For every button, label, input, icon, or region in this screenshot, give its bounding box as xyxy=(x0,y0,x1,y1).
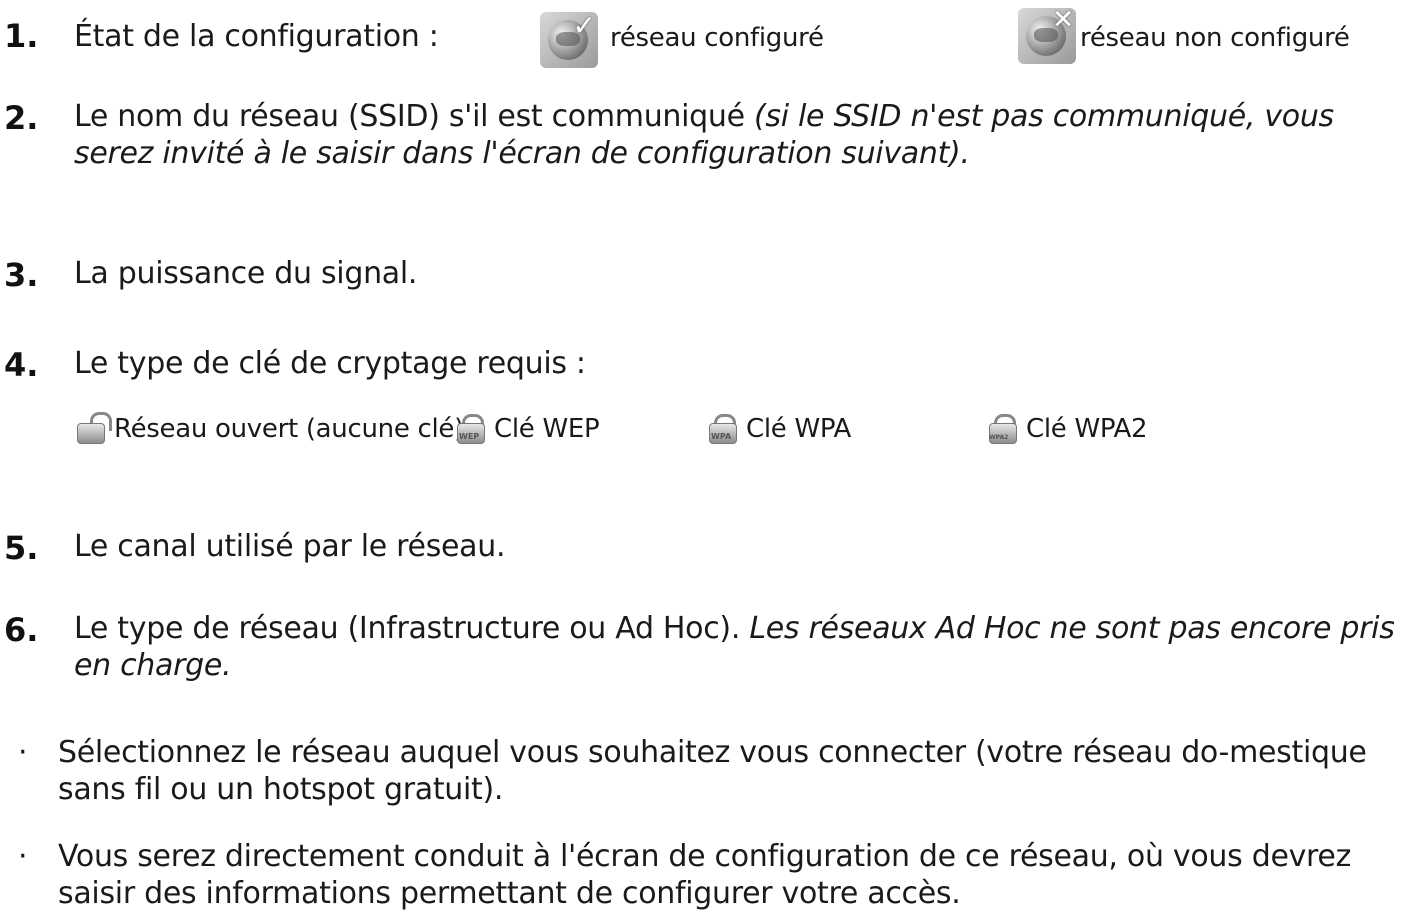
step-text: La puissance du signal. xyxy=(74,256,418,291)
step-text-plain: Le type de réseau (Infrastructure ou Ad … xyxy=(74,611,750,646)
step-number: 6. xyxy=(4,611,39,649)
step-number: 5. xyxy=(4,529,39,567)
key-types-row: Réseau ouvert (aucune clé) WEP Clé WEP W… xyxy=(74,412,1374,452)
wpa2-lock-icon: WPA2 xyxy=(986,412,1018,446)
step-text: Le type de réseau (Infrastructure ou Ad … xyxy=(74,610,1406,684)
key-label: Clé WEP xyxy=(494,414,600,444)
step-text: Le type de clé de cryptage requis : xyxy=(74,346,586,381)
lock-tag: WEP xyxy=(459,432,480,441)
step-text: Le nom du réseau (SSID) s'il est communi… xyxy=(74,98,1406,172)
key-wep: WEP Clé WEP xyxy=(454,412,600,446)
step-number: 1. xyxy=(4,17,39,55)
key-label: Clé WPA2 xyxy=(1026,414,1148,444)
bullet-text: Sélectionnez le réseau auquel vous souha… xyxy=(58,735,1367,807)
step-text: Le canal utilisé par le réseau. xyxy=(74,529,506,564)
step-6: 6. Le type de réseau (Infrastructure ou … xyxy=(0,610,1416,690)
step-number: 3. xyxy=(4,256,39,294)
bullet-dot: · xyxy=(18,839,28,874)
step-3: 3. La puissance du signal. xyxy=(0,255,1416,295)
bullet-dot: · xyxy=(18,735,28,770)
step-2: 2. Le nom du réseau (SSID) s'il est comm… xyxy=(0,98,1416,188)
step-number: 2. xyxy=(4,99,39,137)
step-number: 4. xyxy=(4,346,39,384)
open-lock-icon xyxy=(74,412,112,446)
key-wpa2: WPA2 Clé WPA2 xyxy=(986,412,1148,446)
key-label: Clé WPA xyxy=(746,414,852,444)
bullet-item: · Vous serez directement conduit à l'écr… xyxy=(0,838,1416,918)
key-label: Réseau ouvert (aucune clé) xyxy=(114,414,464,444)
step-1: 1. État de la configuration : ✓ réseau c… xyxy=(0,4,1416,70)
bullet-text: Vous serez directement conduit à l'écran… xyxy=(58,839,1352,911)
key-wpa: WPA Clé WPA xyxy=(706,412,851,446)
key-open: Réseau ouvert (aucune clé) xyxy=(74,412,464,446)
network-not-configured-icon: ✕ xyxy=(1018,6,1076,64)
config-state-label: réseau non configuré xyxy=(1080,23,1350,53)
network-configured-icon: ✓ xyxy=(540,12,598,68)
lock-tag: WPA xyxy=(711,432,732,441)
step-4: 4. Le type de clé de cryptage requis : xyxy=(0,345,1416,385)
step-text-plain: Le nom du réseau (SSID) s'il est communi… xyxy=(74,99,755,134)
config-state-label: réseau configuré xyxy=(610,23,824,53)
wep-lock-icon: WEP xyxy=(454,412,486,446)
lock-tag: WPA2 xyxy=(989,434,1009,441)
step-5: 5. Le canal utilisé par le réseau. xyxy=(0,528,1416,568)
wpa-lock-icon: WPA xyxy=(706,412,738,446)
bullet-item: · Sélectionnez le réseau auquel vous sou… xyxy=(0,734,1416,814)
